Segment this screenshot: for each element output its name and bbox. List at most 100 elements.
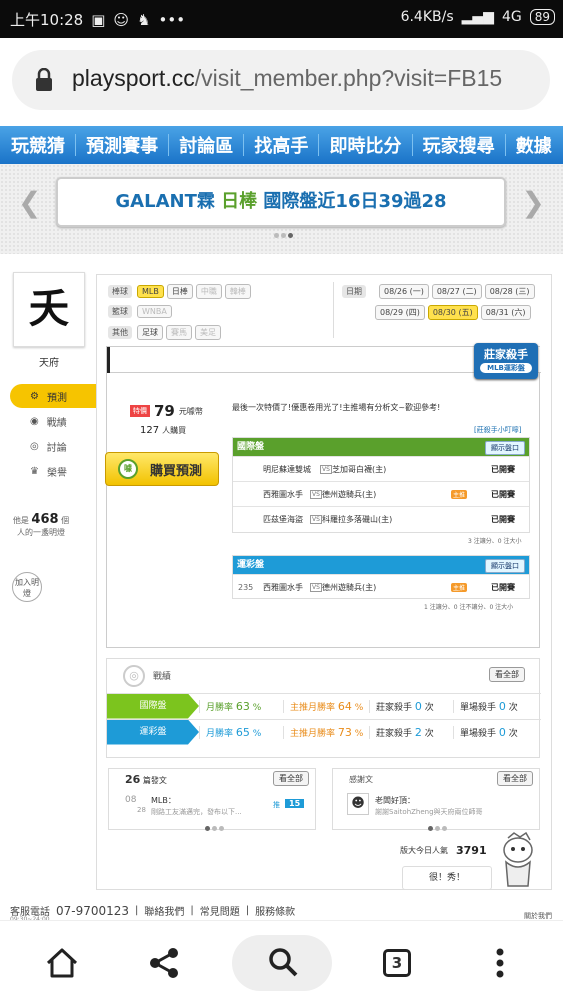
thanks-dot[interactable] <box>435 826 440 831</box>
price-value: 79 <box>154 402 175 420</box>
post-date: 08 28 <box>125 795 146 815</box>
thanks-dot[interactable] <box>442 826 447 831</box>
status-time: 上午10:28 <box>10 11 84 29</box>
post-league[interactable]: MLB： <box>151 795 176 806</box>
main-rate: 主推月勝率 73 % <box>283 725 369 739</box>
nav-divider <box>75 134 77 156</box>
posts-view-all[interactable]: 看全部 <box>273 771 309 786</box>
game-home: 明尼蘇達雙城 <box>263 464 311 474</box>
banner-prefix: GALANT霖 <box>115 191 215 212</box>
game-away: 德州遊騎兵(主) <box>322 582 377 592</box>
filter-label: 其他 <box>108 326 132 339</box>
record-row-intl: 國際盤 月勝率 63 % 主推月勝率 64 % 莊家殺手 0 次 單場殺手 0 … <box>107 693 541 719</box>
banner-card[interactable]: GALANT霖 日棒 國際盤近16日39過28 <box>56 177 506 227</box>
nav-item-forum[interactable]: 討論區 <box>179 132 233 158</box>
date-0826[interactable]: 08/26 (一) <box>379 284 429 299</box>
show-odds-button[interactable]: 顯示盤口 <box>485 559 525 573</box>
cat-icon: ♞ <box>137 10 151 29</box>
sidebar-item-label: 討論 <box>46 442 67 454</box>
record-view-all[interactable]: 看全部 <box>489 667 525 682</box>
record-label: 國際盤 <box>107 693 199 719</box>
buy-prediction-button[interactable]: 噱 購買預測 <box>105 452 219 486</box>
nav-item-livescore[interactable]: 即時比分 <box>330 132 402 158</box>
thanks-dot[interactable] <box>428 826 433 831</box>
nav-item-guess[interactable]: 玩競猜 <box>11 132 65 158</box>
popularity-label: 版大今日人氣 <box>400 846 448 855</box>
posts-dot[interactable] <box>219 826 224 831</box>
posts-dot[interactable] <box>212 826 217 831</box>
tips-link[interactable]: [莊殺手小叮嚀] <box>474 425 521 435</box>
post-preview[interactable]: 剛路工友滿邁完，發布以下... <box>151 807 242 817</box>
address-bar[interactable]: playsport.cc/visit_member.php?visit=FB15 <box>12 50 550 110</box>
home-icon[interactable] <box>42 943 82 983</box>
thanks-view-all[interactable]: 看全部 <box>497 771 533 786</box>
sidebar-item-honor[interactable]: ♛ 榮譽 <box>10 459 100 483</box>
footer-divider: | <box>190 905 194 916</box>
lottery-games-table: 運彩盤 顯示盤口 235 西雅圖水手 VS 德州遊騎兵(主) 主推 已開賽 <box>232 555 530 599</box>
stat-unit: 次 <box>424 702 434 713</box>
vs-icon: VS <box>310 489 322 499</box>
nav-divider <box>504 134 506 156</box>
main-rate: 主推月勝率 64 % <box>283 699 369 713</box>
month-rate: 月勝率 65 % <box>199 725 283 739</box>
search-button[interactable] <box>232 935 332 991</box>
banner-text: 國際盤近16日39過28 <box>263 191 447 212</box>
filter-other: 其他 足球 賽馬 美足 <box>108 325 224 340</box>
sidebar-item-discuss[interactable]: ◎ 討論 <box>10 434 100 458</box>
header-marker <box>107 347 110 373</box>
stat-label: 單場殺手 <box>460 728 497 739</box>
mascot-icon <box>503 832 533 887</box>
nav-item-search[interactable]: 玩家搜尋 <box>423 132 495 158</box>
nav-item-experts[interactable]: 找高手 <box>254 132 308 158</box>
date-0831[interactable]: 08/31 (六) <box>480 305 531 320</box>
filter-soccer[interactable]: 足球 <box>137 325 163 340</box>
carousel-dot[interactable] <box>281 233 286 238</box>
thanks-text[interactable]: 謝謝SaitohZheng與天府兩位師哥 <box>375 807 483 817</box>
filter-mlb[interactable]: MLB <box>137 285 164 298</box>
chevron-left-icon[interactable]: ❮ <box>18 186 41 219</box>
game-row: 235 西雅圖水手 VS 德州遊騎兵(主) 主推 已開賽 <box>233 574 529 599</box>
filter-npb[interactable]: 日棒 <box>166 284 193 299</box>
message-icon: ☺ <box>113 10 130 29</box>
posts-panel: 26 篇發文 看全部 08 28 MLB： 剛路工友滿邁完，發布以下... 推 1… <box>108 768 316 830</box>
stat-value: 73 <box>337 725 352 739</box>
network-type: 4G <box>501 9 522 25</box>
badge-title: 莊家殺手 <box>484 348 528 361</box>
phone-number[interactable]: 07-9700123 <box>56 904 129 918</box>
buyers-count: 127 <box>140 425 160 436</box>
sidebar-item-predict[interactable]: ⚙ 預測 <box>10 384 100 408</box>
footer-link-faq[interactable]: 常見問題 <box>200 903 240 918</box>
single-killer: 單場殺手 0 次 <box>453 725 537 739</box>
date-row-1: 日期 08/26 (一) 08/27 (二) 08/28 (三) <box>342 284 538 299</box>
chevron-right-icon[interactable]: ❯ <box>522 186 545 219</box>
show-odds-button[interactable]: 顯示盤口 <box>485 441 525 455</box>
stat-label: 莊家殺手 <box>376 728 413 739</box>
vs-icon: VS <box>320 464 332 474</box>
thanks-title[interactable]: 老闆好頂： <box>375 795 415 806</box>
footer-link-terms[interactable]: 服務條款 <box>255 903 295 918</box>
nav-item-predict[interactable]: 預測賽事 <box>86 132 158 158</box>
more-icon[interactable] <box>480 943 520 983</box>
price-unit: 元噱幣 <box>178 406 203 416</box>
stat-label: 月勝率 <box>206 702 234 713</box>
join-lamp-button[interactable]: 加入明燈 <box>12 572 42 602</box>
main-push-badge: 主推 <box>451 489 468 499</box>
date-0830[interactable]: 08/30 (五) <box>427 305 478 320</box>
nav-item-data[interactable]: 數據 <box>516 132 552 158</box>
date-0828[interactable]: 08/28 (三) <box>484 284 535 299</box>
date-0829[interactable]: 08/29 (四) <box>375 305 425 320</box>
fame-number: 468 <box>31 512 59 527</box>
carousel-dot[interactable] <box>274 233 279 238</box>
footer-link-contact[interactable]: 聯絡我們 <box>144 903 184 918</box>
tabs-button[interactable]: 3 <box>383 949 411 977</box>
share-icon[interactable] <box>145 943 185 983</box>
sidebar-item-record[interactable]: ◉ 戰績 <box>10 409 100 433</box>
sidebar-item-label: 榮譽 <box>46 467 67 479</box>
filter-basketball: 籃球 WNBA <box>108 305 175 318</box>
date-0827[interactable]: 08/27 (二) <box>431 284 482 299</box>
fame-count: 他是 468 個 人的一盞明燈 <box>10 512 72 538</box>
posts-dot[interactable] <box>205 826 210 831</box>
speech-bubble: 很！秀！ <box>402 866 492 890</box>
carousel-dot[interactable] <box>288 233 293 238</box>
stat-label: 單場殺手 <box>460 702 497 713</box>
